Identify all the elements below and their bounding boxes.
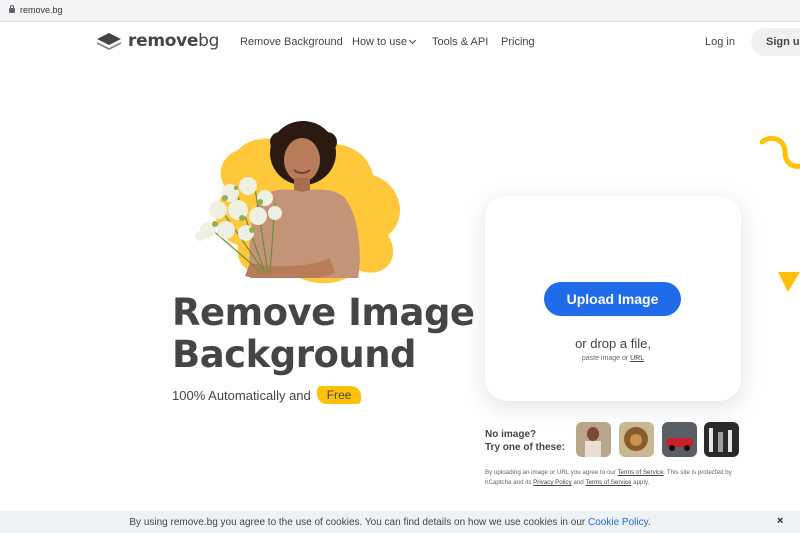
logo-icon [97, 33, 121, 50]
sample-thumb-lion[interactable] [619, 422, 654, 457]
nav-remove-background[interactable]: Remove Background [240, 36, 343, 48]
hero-person-image [195, 121, 360, 278]
paste-hint: paste image or URL [581, 355, 645, 362]
headline-line-2: Background [172, 333, 417, 376]
upload-image-button[interactable]: Upload Image [544, 282, 681, 316]
sample-prompt: No image? Try one of these: [485, 429, 566, 453]
login-link[interactable]: Log in [705, 36, 735, 48]
close-icon[interactable]: × [777, 515, 783, 527]
cookie-banner: By using remove.bg you agree to the use … [0, 511, 800, 533]
terms-notice: By uploading an image or URL you agree t… [485, 469, 732, 486]
privacy-policy-link[interactable]: Privacy Policy [533, 479, 572, 486]
cookie-policy-link[interactable]: Cookie Policy [588, 517, 648, 528]
headline-line-1: Remove Image [172, 291, 475, 334]
logo[interactable]: removebg [96, 31, 219, 51]
sample-thumb-woman[interactable] [576, 422, 611, 457]
decorative-shapes [760, 135, 800, 292]
terms-of-service-link-2[interactable]: Terms of Service [585, 479, 631, 486]
signup-button[interactable]: Sign up [751, 28, 800, 56]
hero-subtext: 100% Automatically and [172, 387, 311, 403]
sample-thumb-car[interactable] [662, 422, 697, 457]
drop-file-text: or drop a file, [575, 336, 651, 351]
chevron-down-icon [408, 36, 417, 45]
nav-how-to-use[interactable]: How to use [352, 36, 417, 48]
page: removebg Remove Background How to use To… [0, 22, 800, 533]
terms-of-service-link[interactable]: Terms of Service [617, 469, 663, 476]
lock-icon [9, 5, 15, 13]
hero-subline: 100% Automatically and Free [172, 386, 362, 404]
url-text[interactable]: remove.bg [20, 5, 63, 15]
logo-text: removebg [128, 31, 220, 51]
upload-card[interactable]: Upload Image or drop a file, paste image… [485, 196, 741, 401]
nav-tools-api[interactable]: Tools & API [432, 36, 488, 48]
browser-url-bar[interactable]: remove.bg [0, 0, 800, 22]
free-badge: Free [316, 386, 362, 404]
url-link[interactable]: URL [630, 355, 644, 362]
page-title: Remove Image Background [172, 292, 492, 376]
cookie-message: By using remove.bg you agree to the use … [129, 517, 651, 528]
nav-pricing[interactable]: Pricing [501, 36, 535, 48]
sample-thumb-product[interactable] [704, 422, 739, 457]
